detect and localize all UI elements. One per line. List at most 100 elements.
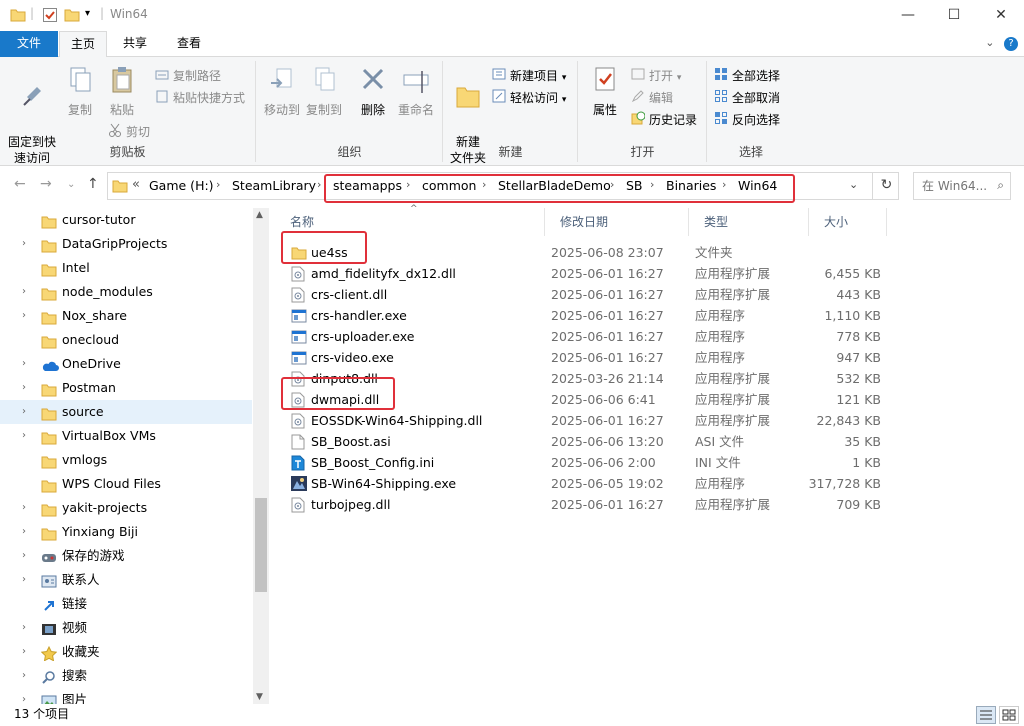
nav-item[interactable]: cursor-tutor — [0, 208, 252, 232]
tab-home[interactable]: 主页 — [59, 31, 107, 58]
scroll-up-icon[interactable]: ▲ — [256, 210, 263, 220]
chevron-right-icon[interactable]: › — [22, 664, 26, 688]
file-row[interactable]: crs-video.exe 2025-06-01 16:27 应用程序 947 KB — [275, 347, 895, 368]
file-row[interactable]: crs-client.dll 2025-06-01 16:27 应用程序扩展 443 … — [275, 284, 895, 305]
address-overflow[interactable]: « — [132, 177, 140, 192]
select-all-button[interactable]: 全部选择 — [714, 66, 780, 86]
file-row[interactable]: amd_fidelityfx_dx12.dll 2025-06-01 16:27 应… — [275, 263, 895, 284]
nav-item[interactable]: onecloud — [0, 328, 252, 352]
file-row[interactable]: dinput8.dll 2025-03-26 21:14 应用程序扩展 532 KB — [275, 368, 895, 389]
history-button[interactable]: 历史记录 — [631, 110, 697, 130]
nav-item[interactable]: › VirtualBox VMs — [0, 424, 252, 448]
nav-item[interactable]: vmlogs — [0, 448, 252, 472]
nav-item[interactable]: › 收藏夹 — [0, 640, 252, 664]
copy-to-button[interactable]: 复制到 — [303, 65, 345, 118]
search-input[interactable] — [922, 173, 994, 199]
file-row[interactable]: dwmapi.dll 2025-06-06 6:41 应用程序扩展 121 KB — [275, 389, 895, 410]
properties-check-icon[interactable] — [42, 7, 58, 26]
nav-item[interactable]: WPS Cloud Files — [0, 472, 252, 496]
chevron-right-icon[interactable]: › — [22, 352, 26, 376]
chevron-right-icon[interactable]: › — [406, 178, 410, 191]
open-button[interactable]: 打开 ▾ — [631, 66, 681, 86]
chevron-right-icon[interactable]: › — [22, 520, 26, 544]
edit-button[interactable]: 编辑 — [631, 88, 673, 108]
nav-item[interactable]: › Nox_share — [0, 304, 252, 328]
column-header-date[interactable]: 修改日期 — [545, 208, 689, 236]
column-header-size[interactable]: 大小 — [809, 208, 887, 236]
select-none-button[interactable]: 全部取消 — [714, 88, 780, 108]
nav-item[interactable]: 链接 — [0, 592, 252, 616]
chevron-right-icon[interactable]: › — [22, 424, 26, 448]
chevron-right-icon[interactable]: › — [650, 178, 654, 191]
scrollbar-thumb[interactable] — [255, 498, 267, 592]
nav-item[interactable]: › DataGripProjects — [0, 232, 252, 256]
up-arrow-icon[interactable]: ↑ — [87, 176, 99, 192]
nav-item[interactable]: › OneDrive — [0, 352, 252, 376]
copy-button[interactable]: 复制 — [62, 65, 98, 118]
file-row[interactable]: SB-Win64-Shipping.exe 2025-06-05 19:02 应用程… — [275, 473, 895, 494]
nav-item[interactable]: › source — [0, 400, 252, 424]
customize-toolbar-icon[interactable]: ▾ — [85, 8, 90, 19]
paste-shortcut-button[interactable]: 粘贴快捷方式 — [155, 88, 245, 108]
move-to-button[interactable]: 移动到 — [261, 65, 303, 118]
scroll-down-icon[interactable]: ▼ — [256, 692, 263, 702]
breadcrumb-common[interactable]: common — [422, 178, 476, 193]
paste-button[interactable]: 粘贴 — [102, 65, 142, 118]
nav-item[interactable]: › 保存的游戏 — [0, 544, 252, 568]
chevron-right-icon[interactable]: › — [22, 568, 26, 592]
chevron-right-icon[interactable]: › — [22, 544, 26, 568]
chevron-right-icon[interactable]: › — [22, 496, 26, 520]
properties-button[interactable]: 属性 — [585, 65, 625, 118]
recent-locations-icon[interactable]: ⌄ — [67, 179, 75, 190]
delete-button[interactable]: 删除 — [355, 65, 391, 118]
details-view-icon[interactable] — [976, 706, 996, 724]
file-row[interactable]: EOSSDK-Win64-Shipping.dll 2025-06-01 16:2… — [275, 410, 895, 431]
breadcrumb-binaries[interactable]: Binaries — [666, 178, 716, 193]
file-row[interactable]: SB_Boost.asi 2025-06-06 13:20 ASI 文件 35 KB — [275, 431, 895, 452]
file-row[interactable]: ue4ss 2025-06-08 23:07 文件夹 — [275, 242, 895, 263]
nav-item[interactable]: › Yinxiang Biji — [0, 520, 252, 544]
column-header-type[interactable]: 类型 — [689, 208, 809, 236]
tab-file[interactable]: 文件 — [0, 31, 58, 57]
file-row[interactable]: SB_Boost_Config.ini 2025-06-06 2:00 INI 文件… — [275, 452, 895, 473]
file-row[interactable]: crs-handler.exe 2025-06-01 16:27 应用程序 1,110… — [275, 305, 895, 326]
chevron-right-icon[interactable]: › — [22, 280, 26, 304]
breadcrumb-sb[interactable]: SB — [626, 178, 643, 193]
nav-item[interactable]: Intel — [0, 256, 252, 280]
nav-item[interactable]: › node_modules — [0, 280, 252, 304]
nav-item[interactable]: › 联系人 — [0, 568, 252, 592]
search-box[interactable]: ⌕ — [913, 172, 1011, 200]
invert-selection-button[interactable]: 反向选择 — [714, 110, 780, 130]
rename-button[interactable]: 重命名 — [393, 65, 439, 118]
new-folder-quick-icon[interactable] — [64, 7, 80, 26]
cut-button[interactable]: 剪切 — [108, 122, 150, 142]
address-bar[interactable]: « Game (H:) › SteamLibrary › steamapps ›… — [107, 172, 899, 200]
forward-arrow-icon[interactable]: → — [40, 176, 52, 192]
help-icon[interactable]: ? — [1004, 37, 1018, 51]
refresh-button[interactable]: ↻ — [872, 172, 900, 200]
chevron-right-icon[interactable]: › — [22, 616, 26, 640]
new-item-button[interactable]: 新建项目 ▾ — [492, 66, 566, 86]
file-row[interactable]: turbojpeg.dll 2025-06-01 16:27 应用程序扩展 709 K… — [275, 494, 895, 515]
back-arrow-icon[interactable]: ← — [14, 176, 26, 192]
breadcrumb-steamlibrary[interactable]: SteamLibrary — [232, 178, 316, 193]
tab-share[interactable]: 共享 — [110, 31, 160, 57]
breadcrumb-stellarbladedemo[interactable]: StellarBladeDemo — [498, 178, 611, 193]
chevron-right-icon[interactable]: › — [317, 178, 321, 191]
chevron-right-icon[interactable]: › — [610, 178, 614, 191]
nav-item[interactable]: › 视频 — [0, 616, 252, 640]
file-row[interactable]: crs-uploader.exe 2025-06-01 16:27 应用程序 778 … — [275, 326, 895, 347]
tab-view[interactable]: 查看 — [163, 31, 215, 57]
large-icons-view-icon[interactable] — [999, 706, 1019, 724]
collapse-ribbon-icon[interactable]: ⌄ — [985, 36, 994, 49]
chevron-right-icon[interactable]: › — [722, 178, 726, 191]
easy-access-button[interactable]: 轻松访问 ▾ — [492, 88, 566, 108]
address-dropdown-icon[interactable]: ⌄ — [849, 178, 858, 191]
nav-scrollbar[interactable]: ▲ ▼ — [253, 208, 269, 704]
chevron-right-icon[interactable]: › — [22, 376, 26, 400]
copy-path-button[interactable]: 复制路径 — [155, 66, 221, 86]
nav-item[interactable]: › yakit-projects — [0, 496, 252, 520]
chevron-right-icon[interactable]: › — [216, 178, 220, 191]
nav-item[interactable]: › 搜索 — [0, 664, 252, 688]
breadcrumb-drive[interactable]: Game (H:) — [149, 178, 214, 193]
